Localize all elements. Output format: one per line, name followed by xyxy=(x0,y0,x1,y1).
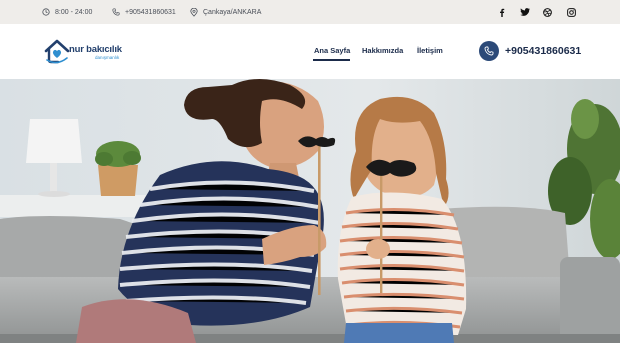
dribbble-link[interactable] xyxy=(543,0,552,24)
hero-banner xyxy=(0,79,620,343)
topbar-phone-text: +905431860631 xyxy=(125,8,176,16)
topbar-phone[interactable]: +905431860631 xyxy=(112,0,176,24)
working-hours: 8:00 - 24:00 xyxy=(42,0,92,24)
twitter-link[interactable] xyxy=(520,0,530,24)
clock-icon xyxy=(42,8,50,16)
twitter-icon xyxy=(520,8,530,16)
site-logo[interactable]: nur bakıcılık danışmanlık xyxy=(43,38,133,66)
facebook-link[interactable] xyxy=(498,0,506,24)
main-header: nur bakıcılık danışmanlık Ana Sayfa Hakk… xyxy=(0,24,620,79)
call-button[interactable] xyxy=(479,41,499,61)
map-pin-icon xyxy=(190,7,198,17)
dribbble-icon xyxy=(543,7,552,17)
topbar-location: Çankaya/ANKARA xyxy=(190,0,261,24)
nav-item-contact[interactable]: İletişim xyxy=(417,46,443,55)
hero-photo xyxy=(0,79,620,343)
logo-title: nur bakıcılık xyxy=(69,44,122,55)
phone-icon xyxy=(484,46,494,56)
logo-subtitle: danışmanlık xyxy=(95,55,120,60)
active-nav-underline xyxy=(313,59,350,61)
nav-item-home[interactable]: Ana Sayfa xyxy=(314,46,350,55)
house-heart-logo-icon xyxy=(44,39,70,64)
nav-item-about[interactable]: Hakkımızda xyxy=(362,46,403,55)
facebook-icon xyxy=(500,8,505,17)
hours-text: 8:00 - 24:00 xyxy=(55,8,93,16)
phone-icon xyxy=(112,8,120,16)
header-phone-number[interactable]: +905431860631 xyxy=(505,45,581,57)
instagram-link[interactable] xyxy=(567,0,576,24)
location-text: Çankaya/ANKARA xyxy=(203,8,262,16)
instagram-icon xyxy=(567,7,576,17)
top-info-bar: 8:00 - 24:00 +905431860631 Çankaya/ANKAR… xyxy=(0,0,620,24)
